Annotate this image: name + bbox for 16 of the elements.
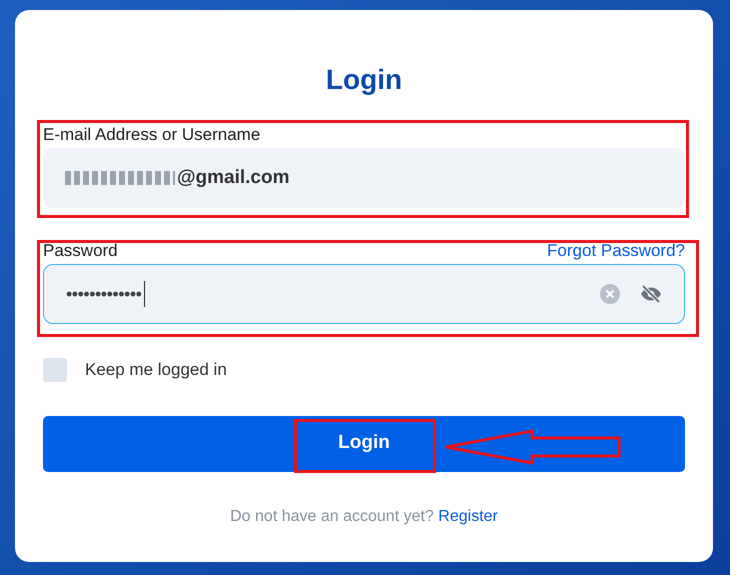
email-label: E-mail Address or Username	[43, 124, 262, 146]
forgot-password-link[interactable]: Forgot Password?	[547, 240, 685, 262]
password-label: Password	[43, 240, 118, 262]
email-field[interactable]: @gmail.com	[43, 148, 685, 208]
keep-logged-in-label: Keep me logged in	[85, 359, 227, 381]
keep-logged-in-checkbox[interactable]	[43, 358, 67, 382]
text-cursor	[144, 281, 146, 307]
email-value: @gmail.com	[177, 166, 290, 190]
login-title: Login	[324, 63, 404, 97]
register-prompt: Do not have an account yet?	[230, 508, 434, 524]
login-button[interactable]: Login	[43, 416, 685, 472]
register-link[interactable]: Register	[438, 508, 498, 524]
password-field[interactable]: •••••••••••••	[43, 264, 685, 324]
clear-icon[interactable]	[600, 284, 620, 304]
password-value: •••••••••••••	[66, 282, 142, 306]
eye-slash-icon[interactable]	[640, 285, 662, 303]
